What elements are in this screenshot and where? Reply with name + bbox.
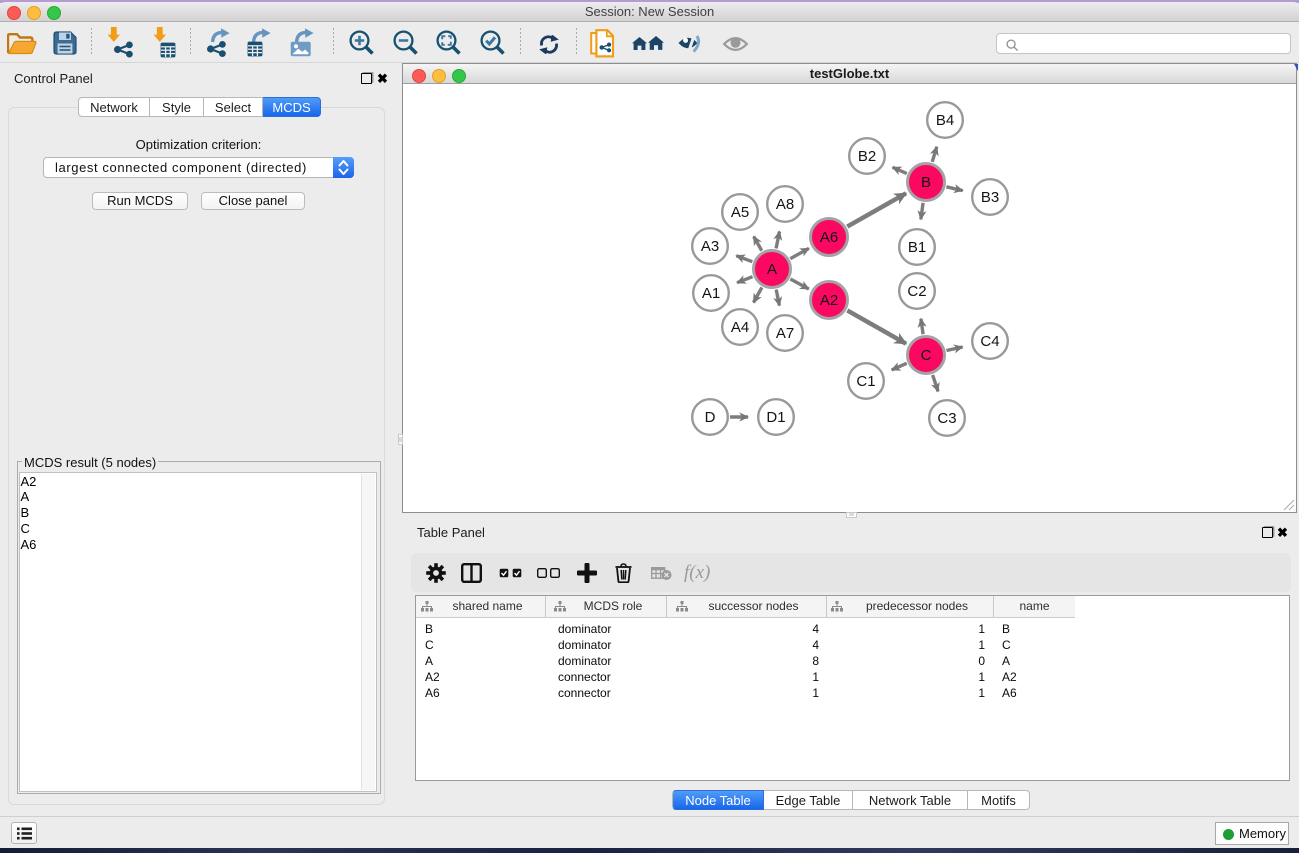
svg-text:A2: A2	[820, 292, 838, 309]
svg-text:B4: B4	[936, 112, 954, 129]
svg-text:D: D	[705, 409, 716, 426]
svg-text:A: A	[767, 261, 777, 278]
svg-text:C4: C4	[980, 333, 999, 350]
svg-text:A3: A3	[701, 238, 719, 255]
svg-text:A1: A1	[702, 285, 720, 302]
svg-text:A7: A7	[776, 325, 794, 342]
svg-text:B2: B2	[858, 148, 876, 165]
svg-text:C: C	[921, 347, 932, 364]
svg-text:A8: A8	[776, 196, 794, 213]
svg-text:D1: D1	[766, 409, 785, 426]
svg-text:B1: B1	[908, 239, 926, 256]
svg-text:A5: A5	[731, 204, 749, 221]
svg-text:C2: C2	[907, 283, 926, 300]
svg-text:B3: B3	[981, 189, 999, 206]
svg-text:A4: A4	[731, 319, 749, 336]
svg-text:C1: C1	[856, 373, 875, 390]
svg-text:A6: A6	[820, 229, 838, 246]
svg-text:B: B	[921, 174, 931, 191]
svg-text:C3: C3	[937, 410, 956, 427]
